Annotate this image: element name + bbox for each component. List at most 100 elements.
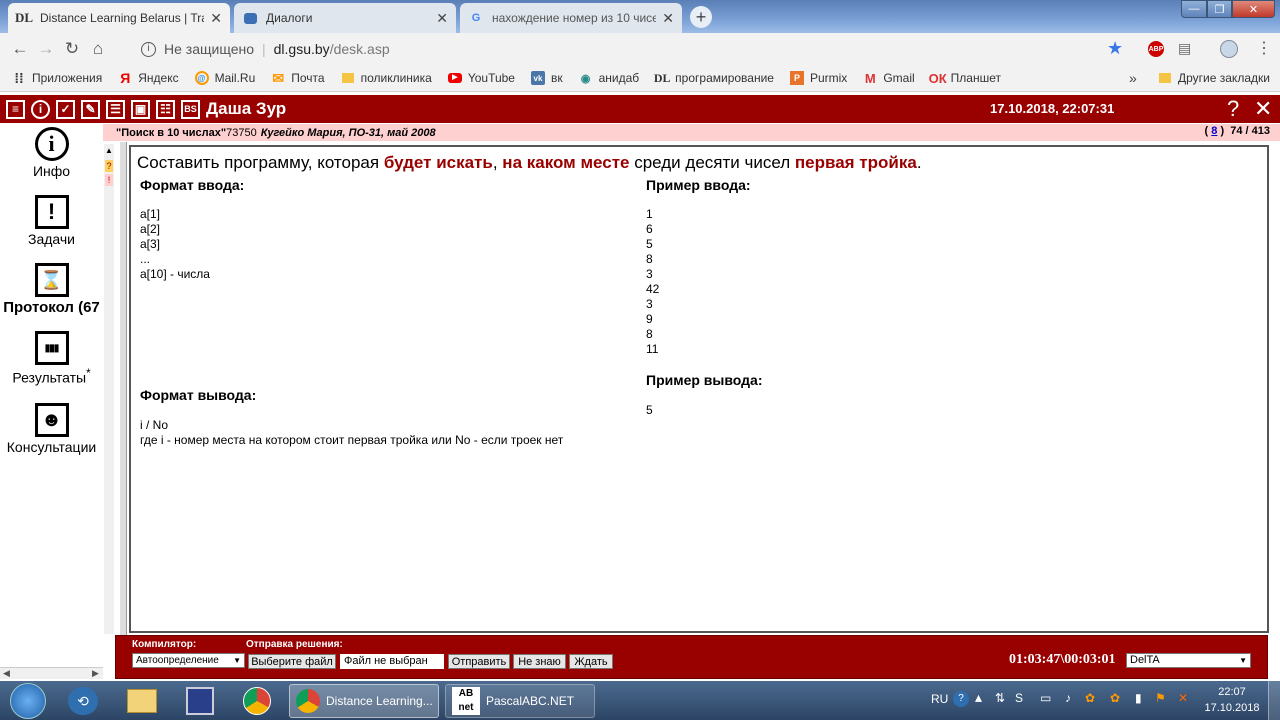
forward-icon[interactable]: → [33,39,59,59]
sidebar-item-label: Задачи [27,231,75,247]
bookmark-star-icon[interactable]: ★ [1107,38,1123,59]
header-datetime: 17.10.2018, 22:07:31 [990,101,1115,116]
menu-icon[interactable]: ⋮ [1256,38,1272,58]
bookmark-clinic[interactable]: поликлиника [341,71,432,85]
sidebar-item-tasks[interactable]: ! Задачи [0,195,103,247]
back-icon[interactable]: ← [7,39,33,59]
document-icon[interactable]: ☰ [106,99,125,119]
extension-icon[interactable]: ▤ [1178,40,1191,57]
reload-icon[interactable]: ↻ [59,39,85,59]
new-tab-button[interactable]: + [690,6,712,28]
bookmark-anidub[interactable]: ◉ анидаб [579,71,639,85]
results-mark: * [86,367,91,380]
other-bookmarks[interactable]: Другие закладки [1158,71,1270,85]
ie-icon[interactable]: ⟲ [68,687,98,715]
users-icon[interactable]: ☷ [156,99,175,119]
bookmark-apps[interactable]: ⁞⁞ Приложения [12,70,102,86]
explorer-icon[interactable] [127,689,157,713]
tablet-icon: ОК [928,70,947,86]
tray-app-icon[interactable]: ✿ [1110,691,1120,705]
sidebar: i Инфо ! Задачи ⌛ Протокол (67 ▮▮▮ Резул… [0,124,103,634]
tools-icon[interactable]: ✕ [1178,691,1188,705]
task-pascalabc[interactable]: AB net PascalABC.NET [445,684,595,718]
minimize-button[interactable]: — [1181,0,1207,18]
alert-marker-icon[interactable]: ! [105,174,113,186]
tab-google-search[interactable]: G нахождение номер из 10 чисел ✕ [460,3,682,33]
task-distance-learning[interactable]: Distance Learning... [289,684,439,718]
content-splitter[interactable] [120,142,127,636]
list-icon[interactable]: ≡ [6,99,25,119]
clock-date[interactable]: 17.10.2018 [1202,702,1262,714]
google-icon: G [471,12,481,24]
sidebar-item-info[interactable]: i Инфо [0,127,103,179]
wait-button[interactable]: Ждать [569,654,613,669]
scroll-left-icon[interactable]: ◀ [3,668,10,679]
bookmark-tablet[interactable]: ОК Планшет [928,70,1001,86]
close-icon[interactable]: ✕ [210,10,222,27]
tray-app-icon[interactable]: ✿ [1085,691,1095,705]
security-label: Не защищено [164,41,254,57]
bookmark-gmail[interactable]: M Gmail [863,71,915,86]
show-desktop-button[interactable] [1268,681,1280,720]
sidebar-item-protocol[interactable]: ⌛ Протокол (67 [0,263,103,316]
bookmark-label: Планшет [950,71,1001,85]
skype-icon[interactable]: S [1015,691,1023,705]
chrome-icon[interactable] [243,687,271,715]
profile-avatar-icon[interactable] [1220,40,1238,58]
tasks-icon: ! [34,195,69,229]
volume-icon[interactable]: ♪ [1065,691,1071,705]
card-icon[interactable]: ▣ [131,99,150,119]
display-icon[interactable]: ▭ [1040,691,1051,705]
scroll-up-icon[interactable]: ▲ [105,146,113,155]
address-bar[interactable]: i Не защищено | dl.gsu.by/desk.asp [131,38,1136,60]
dont-know-button[interactable]: Не знаю [513,654,566,669]
bookmark-purmix[interactable]: P Purmix [789,71,847,85]
bookmark-mail[interactable]: ✉ Почта [271,69,325,86]
choose-file-button[interactable]: Выберите файл [248,654,336,669]
bookmark-yandex[interactable]: Я Яндекс [118,70,178,86]
sidebar-item-consultations[interactable]: ☻ Консультации [0,403,103,455]
bookmark-programming[interactable]: DL програмирование [654,71,774,86]
more-bookmarks-icon[interactable]: » [1129,70,1137,86]
bookmark-label: програмирование [675,71,774,85]
network-icon[interactable]: ⇅ [995,691,1005,705]
save-icon[interactable] [186,687,214,715]
help-icon[interactable]: ? [953,691,969,707]
close-icon[interactable]: ✕ [1254,96,1272,122]
bookmark-youtube[interactable]: ▶ YouTube [447,71,515,85]
tab-distance-learning[interactable]: DL Distance Learning Belarus | Train ✕ [8,3,230,33]
vk-icon: vk [530,71,545,85]
question-marker-icon[interactable]: ? [105,160,113,172]
start-button[interactable] [10,683,46,719]
check-icon[interactable]: ✓ [56,99,75,119]
info-icon[interactable]: i [141,41,156,57]
bookmark-mailru[interactable]: @ Mail.Ru [194,71,255,85]
mail-icon: ✉ [272,69,285,86]
flag-icon[interactable]: ⚑ [1155,691,1166,705]
sidebar-item-results[interactable]: ▮▮▮ Результаты* [0,331,103,386]
home-icon[interactable]: ⌂ [85,39,111,59]
scroll-right-icon[interactable]: ▶ [92,668,99,679]
language-indicator[interactable]: RU [931,692,948,706]
sidebar-hscrollbar[interactable]: ◀ ▶ [0,667,103,679]
clock-time[interactable]: 22:07 [1212,686,1252,698]
window-close-button[interactable]: ✕ [1232,0,1275,18]
bookmark-label: Другие закладки [1178,71,1270,85]
help-icon[interactable]: ? [1227,96,1239,122]
edit-icon[interactable]: ✎ [81,99,100,119]
mode-select[interactable]: DelTA ▼ [1126,653,1251,668]
bookmark-vk[interactable]: vk вк [530,71,563,85]
bookmark-label: Почта [291,71,325,85]
send-button[interactable]: Отправить [448,654,510,669]
adblock-icon[interactable]: ABP [1148,41,1164,57]
info-icon[interactable]: i [31,99,50,119]
tab-dialogs[interactable]: Диалоги ✕ [234,3,456,33]
close-icon[interactable]: ✕ [436,10,448,27]
maximize-button[interactable]: ❐ [1207,0,1232,18]
sample-input-label: Пример ввода: [646,177,751,193]
tray-expand-icon[interactable]: ▴ [975,689,982,706]
close-icon[interactable]: ✕ [662,10,674,27]
compiler-select[interactable]: Автоопределение ▼ [132,653,245,668]
signal-icon[interactable]: ▮ [1135,691,1142,705]
bs-icon[interactable]: BS [181,99,200,119]
